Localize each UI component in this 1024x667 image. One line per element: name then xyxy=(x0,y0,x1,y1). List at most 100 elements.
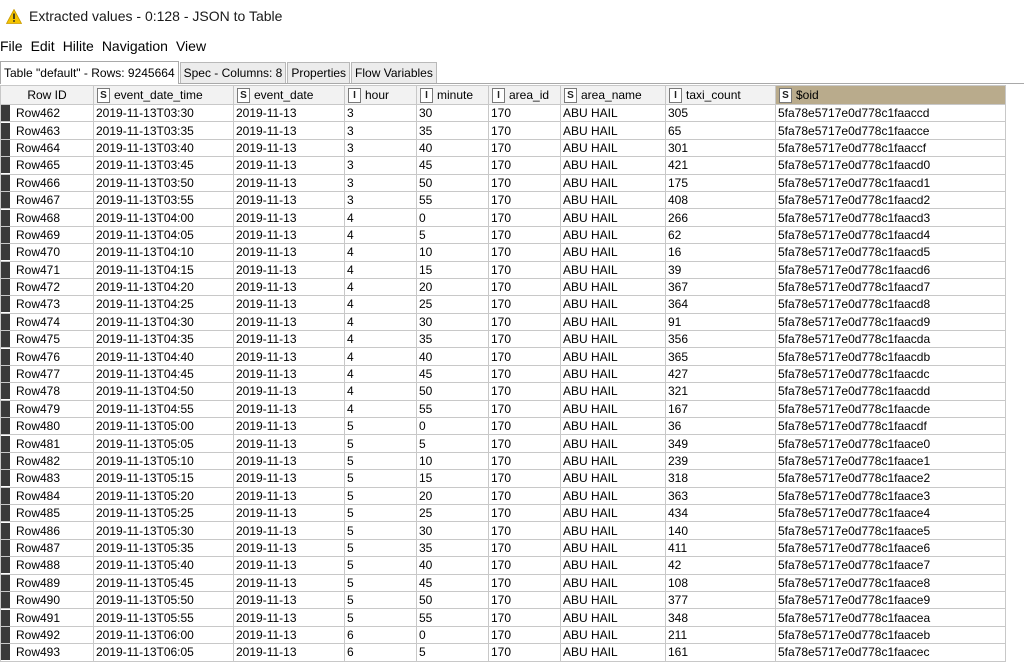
table-cell: 2019-11-13T05:55 xyxy=(93,608,234,627)
table-row[interactable]: Row467 2019-11-13T03:55 2019-11-13 3 55 170 AB… xyxy=(0,190,1006,210)
column-header-minute[interactable]: Iminute xyxy=(416,85,489,105)
table-cell: 170 xyxy=(488,608,561,627)
table-row[interactable]: Row486 2019-11-13T05:30 2019-11-13 5 30 170 AB… xyxy=(0,521,1006,540)
table-cell: 5 xyxy=(344,503,417,523)
column-header-event-date-time[interactable]: Sevent_date_time xyxy=(93,85,234,105)
table-row[interactable]: Row470 2019-11-13T04:10 2019-11-13 4 10 170 AB… xyxy=(0,243,1006,262)
column-header-oid[interactable]: S $oid xyxy=(775,85,1006,105)
table-row[interactable]: Row485 2019-11-13T05:25 2019-11-13 5 25 170 AB… xyxy=(0,503,1006,523)
table-row[interactable]: Row469 2019-11-13T04:05 2019-11-13 4 5 170 ABU… xyxy=(0,225,1006,245)
table-body: Row462 2019-11-13T03:30 2019-11-13 3 30 170 AB… xyxy=(0,103,1006,662)
table-cell: 170 xyxy=(488,277,561,297)
table-cell: 5fa78e5717e0d778c1faacea xyxy=(775,608,1006,627)
column-header-taxi-count[interactable]: Itaxi_count xyxy=(665,85,776,105)
row-marker xyxy=(1,296,10,313)
table-cell: ABU HAIL xyxy=(560,295,666,314)
row-id-cell: Row488 xyxy=(0,556,94,575)
row-id-cell: Row492 xyxy=(0,625,94,645)
table-row[interactable]: Row487 2019-11-13T05:35 2019-11-13 5 35 170 AB… xyxy=(0,538,1006,558)
column-header-event-date[interactable]: Sevent_date xyxy=(233,85,345,105)
tab-flow-variables[interactable]: Flow Variables xyxy=(351,62,437,83)
row-id-cell: Row464 xyxy=(0,138,94,158)
table-row[interactable]: Row478 2019-11-13T04:50 2019-11-13 4 50 170 AB… xyxy=(0,382,1006,401)
table-cell: 42 xyxy=(665,556,776,575)
table-cell: 239 xyxy=(665,451,776,471)
table-row[interactable]: Row489 2019-11-13T05:45 2019-11-13 5 45 170 AB… xyxy=(0,573,1006,592)
table-cell: 170 xyxy=(488,417,561,436)
row-id-label: Row483 xyxy=(16,471,61,486)
tab-table-default[interactable]: Table "default" - Rows: 9245664 xyxy=(0,61,179,84)
table-cell: 5 xyxy=(344,556,417,575)
table-cell: 4 xyxy=(344,347,417,366)
table-cell: 321 xyxy=(665,382,776,401)
menu-hilite[interactable]: Hilite xyxy=(61,38,96,54)
table-cell: 5fa78e5717e0d778c1faacd9 xyxy=(775,312,1006,332)
row-id-cell: Row470 xyxy=(0,243,94,262)
table-cell: 3 xyxy=(344,121,417,140)
row-id-label: Row487 xyxy=(16,540,61,555)
table-row[interactable]: Row472 2019-11-13T04:20 2019-11-13 4 20 170 AB… xyxy=(0,277,1006,297)
table-cell: 5 xyxy=(416,225,489,245)
row-id-cell: Row473 xyxy=(0,295,94,314)
column-header-area-id[interactable]: Iarea_id xyxy=(488,85,561,105)
table-cell: 2019-11-13 xyxy=(233,156,345,175)
table-row[interactable]: Row490 2019-11-13T05:50 2019-11-13 5 50 170 AB… xyxy=(0,590,1006,610)
column-type-icon: S xyxy=(97,87,110,103)
table-cell: ABU HAIL xyxy=(560,208,666,227)
menu-file[interactable]: File xyxy=(0,38,25,54)
table-cell: 5fa78e5717e0d778c1faaccd xyxy=(775,103,1006,123)
table-row[interactable]: Row473 2019-11-13T04:25 2019-11-13 4 25 170 AB… xyxy=(0,295,1006,314)
table-row[interactable]: Row491 2019-11-13T05:55 2019-11-13 5 55 170 AB… xyxy=(0,608,1006,627)
table-cell: ABU HAIL xyxy=(560,347,666,366)
table-row[interactable]: Row479 2019-11-13T04:55 2019-11-13 4 55 170 AB… xyxy=(0,399,1006,419)
table-row[interactable]: Row483 2019-11-13T05:15 2019-11-13 5 15 170 AB… xyxy=(0,469,1006,488)
table-cell: 2019-11-13T03:35 xyxy=(93,121,234,140)
column-header-area-name[interactable]: Sarea_name xyxy=(560,85,666,105)
table-cell: 3 xyxy=(344,138,417,158)
table-row[interactable]: Row463 2019-11-13T03:35 2019-11-13 3 35 170 AB… xyxy=(0,121,1006,140)
table-cell: 20 xyxy=(416,277,489,297)
table-cell: ABU HAIL xyxy=(560,608,666,627)
table-cell: ABU HAIL xyxy=(560,243,666,262)
menu-view[interactable]: View xyxy=(174,38,208,54)
row-marker xyxy=(1,505,10,521)
table-row[interactable]: Row481 2019-11-13T05:05 2019-11-13 5 5 170 ABU… xyxy=(0,434,1006,453)
table-cell: 2019-11-13 xyxy=(233,243,345,262)
table-cell: 3 xyxy=(344,156,417,175)
table-row[interactable]: Row466 2019-11-13T03:50 2019-11-13 3 50 170 AB… xyxy=(0,173,1006,192)
table-row[interactable]: Row471 2019-11-13T04:15 2019-11-13 4 15 170 AB… xyxy=(0,260,1006,279)
table-row[interactable]: Row462 2019-11-13T03:30 2019-11-13 3 30 170 AB… xyxy=(0,103,1006,123)
table-row[interactable]: Row475 2019-11-13T04:35 2019-11-13 4 35 170 AB… xyxy=(0,330,1006,349)
table-cell: 2019-11-13T03:45 xyxy=(93,156,234,175)
tab-properties[interactable]: Properties xyxy=(287,62,351,83)
table-row[interactable]: Row493 2019-11-13T06:05 2019-11-13 6 5 170 ABU… xyxy=(0,643,1006,662)
column-header-hour[interactable]: Ihour xyxy=(344,85,417,105)
table-cell: 10 xyxy=(416,243,489,262)
table-row[interactable]: Row480 2019-11-13T05:00 2019-11-13 5 0 170 ABU… xyxy=(0,417,1006,436)
table-row[interactable]: Row488 2019-11-13T05:40 2019-11-13 5 40 170 AB… xyxy=(0,556,1006,575)
column-type-icon: S xyxy=(564,87,577,103)
table-row[interactable]: Row476 2019-11-13T04:40 2019-11-13 4 40 170 AB… xyxy=(0,347,1006,366)
table-row[interactable]: Row477 2019-11-13T04:45 2019-11-13 4 45 170 AB… xyxy=(0,364,1006,384)
table-cell: 5fa78e5717e0d778c1faacec xyxy=(775,643,1006,662)
column-header-rowid[interactable]: Row ID xyxy=(0,85,94,105)
tab-spec[interactable]: Spec - Columns: 8 xyxy=(179,62,287,83)
row-id-label: Row489 xyxy=(16,575,61,590)
table-row[interactable]: Row484 2019-11-13T05:20 2019-11-13 5 20 170 AB… xyxy=(0,486,1006,505)
table-cell: 2019-11-13T05:20 xyxy=(93,486,234,505)
table-cell: 2019-11-13T05:10 xyxy=(93,451,234,471)
menu-navigation[interactable]: Navigation xyxy=(100,38,170,54)
row-id-cell: Row476 xyxy=(0,347,94,366)
data-table-view[interactable]: Row ID Sevent_date_time Sevent_date Ihour Im… xyxy=(0,85,1024,667)
table-row[interactable]: Row482 2019-11-13T05:10 2019-11-13 5 10 170 AB… xyxy=(0,451,1006,471)
table-row[interactable]: Row464 2019-11-13T03:40 2019-11-13 3 40 170 AB… xyxy=(0,138,1006,158)
table-row[interactable]: Row492 2019-11-13T06:00 2019-11-13 6 0 170 ABU… xyxy=(0,625,1006,645)
table-row[interactable]: Row474 2019-11-13T04:30 2019-11-13 4 30 170 AB… xyxy=(0,312,1006,332)
table-cell: 2019-11-13T04:00 xyxy=(93,208,234,227)
table-row[interactable]: Row468 2019-11-13T04:00 2019-11-13 4 0 170 ABU… xyxy=(0,208,1006,227)
row-marker xyxy=(1,627,10,643)
table-cell: ABU HAIL xyxy=(560,469,666,488)
table-row[interactable]: Row465 2019-11-13T03:45 2019-11-13 3 45 170 AB… xyxy=(0,156,1006,175)
table-cell: 2019-11-13 xyxy=(233,486,345,505)
menu-edit[interactable]: Edit xyxy=(29,38,57,54)
